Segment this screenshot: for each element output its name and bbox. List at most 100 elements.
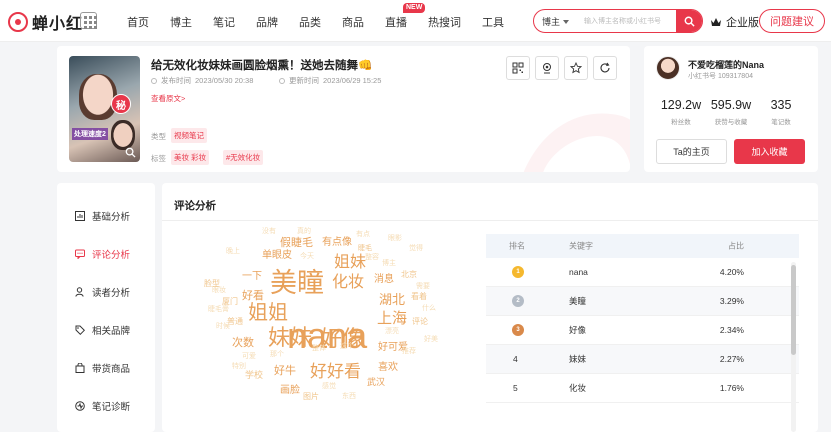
word-cloud-word: 东西	[342, 393, 356, 400]
word-cloud-word: 消息	[374, 274, 394, 285]
search-bar: 博主	[533, 9, 703, 33]
bag-icon	[75, 363, 85, 373]
keyword-cell: 妹妹	[569, 354, 587, 364]
rank-cell: 5	[513, 383, 518, 393]
word-cloud-word: 上海	[377, 310, 408, 327]
rank-cell: 4	[513, 354, 518, 364]
word-cloud: nana 美瞳 妹妹 好像 姐姐 化妆 上海 好好看 姐妹 湖北 假睫毛 有点像 单眼皮 好可爱 喜欢 一下好…	[202, 223, 502, 432]
word-cloud-word: 推荐	[402, 348, 416, 355]
sidebar-item-comment-analysis[interactable]: 评论分析	[75, 247, 130, 261]
table-row: 5 化妆 1.76%	[486, 374, 799, 403]
word-cloud-word: 那个	[270, 351, 284, 358]
nav-item-home[interactable]: 首页	[127, 14, 149, 30]
nav-item-live[interactable]: 直播 NEW	[385, 3, 426, 30]
update-time: 更新时间 2023/06/29 15:25	[279, 75, 381, 86]
bronze-medal-icon: 3	[512, 324, 524, 336]
comment-icon	[75, 249, 85, 259]
word-cloud-word: 没有	[262, 228, 276, 235]
monitor-button[interactable]	[535, 56, 559, 80]
search-input[interactable]	[584, 10, 678, 32]
search-button[interactable]	[676, 10, 702, 32]
nav-item-hot-search[interactable]: 热搜词	[428, 14, 461, 30]
favorite-button[interactable]	[564, 56, 588, 80]
crown-icon	[711, 18, 721, 26]
view-original-link[interactable]: 查看原文>	[151, 93, 185, 104]
clock-icon	[279, 77, 285, 84]
ratio-cell: 1.76%	[719, 383, 744, 393]
clock-icon	[151, 77, 157, 84]
sidebar-item-reader-analysis[interactable]: 读者分析	[75, 285, 130, 299]
sidebar-item-label: 相关品牌	[92, 326, 131, 337]
word-cloud-word: 次数	[232, 337, 254, 349]
nav-item-tools[interactable]: 工具	[482, 14, 504, 30]
word-cloud-word: 漂亮	[385, 328, 399, 335]
note-thumbnail[interactable]: 秘 处理速度2	[69, 56, 140, 162]
word-cloud-word: 假睫毛	[280, 237, 313, 249]
silver-medal-icon: 2	[512, 295, 524, 307]
word-cloud-word: 好看	[242, 290, 264, 302]
keyword-table: 排名 关键字 占比 1 nana 4.20% 2 美瞳 3.29% 3 好像 2…	[486, 234, 799, 403]
type-label: 类型	[151, 132, 166, 141]
refresh-button[interactable]	[593, 56, 617, 80]
nav-item-bloggers[interactable]: 博主	[170, 14, 192, 30]
blogger-id-value: 109317804	[717, 73, 753, 80]
sidebar-item-related-brands[interactable]: 相关品牌	[75, 323, 130, 337]
note-tag[interactable]: #无效化妆	[223, 150, 264, 165]
publish-time-value: 2023/05/30 20:38	[195, 76, 254, 85]
webcam-icon	[543, 63, 551, 74]
zoom-icon[interactable]	[125, 147, 136, 158]
qrcode-icon	[512, 62, 524, 74]
feedback-button[interactable]: 问题建议	[759, 9, 825, 33]
table-row: 3 好像 2.34%	[486, 316, 799, 345]
qrcode-button[interactable]	[506, 56, 530, 80]
bar-chart-icon	[75, 211, 85, 221]
word-cloud-word: 睫毛	[358, 245, 372, 252]
nav-item-brands[interactable]: 品牌	[256, 14, 278, 30]
note-title: 给无效化妆妹妹画圆脸烟熏！送她去随舞👊	[151, 60, 373, 72]
publish-time-label: 发布时间	[161, 76, 191, 85]
sidebar-item-label: 基础分析	[92, 212, 131, 223]
apps-grid-icon[interactable]	[80, 12, 97, 29]
sidebar-item-label: 笔记诊断	[92, 402, 131, 413]
stat-label: 获赞与收藏	[714, 119, 748, 126]
blogger-name[interactable]: 不爱吃榴莲的Nana	[688, 58, 764, 71]
thumbnail-face-small	[111, 120, 135, 150]
keyword-cell: nana	[569, 267, 588, 277]
word-cloud-word: 评论	[412, 317, 428, 326]
word-cloud-word: 觉得	[409, 245, 423, 252]
word-cloud-word: 看着	[411, 292, 427, 301]
nav-item-notes[interactable]: 笔记	[213, 14, 235, 30]
tags-label: 标签	[151, 154, 166, 163]
word-cloud-word: 这个	[340, 343, 354, 350]
word-cloud-word: 有点像	[322, 237, 352, 248]
gold-medal-icon: 1	[512, 266, 524, 278]
chevron-down-icon	[563, 19, 570, 24]
word-cloud-word: 真的	[297, 228, 311, 235]
table-scrollbar-thumb[interactable]	[791, 265, 796, 355]
blogger-profile-card: 不爱吃榴莲的Nana 小红书号 109317804 129.2w 粉丝数 595…	[644, 46, 818, 172]
nav-item-categories[interactable]: 品类	[299, 14, 321, 30]
enterprise-link[interactable]: 企业版	[710, 14, 759, 30]
nav-item-products[interactable]: 商品	[342, 14, 364, 30]
sidebar-item-basic-analysis[interactable]: 基础分析	[75, 209, 130, 223]
table-header: 排名 关键字 占比	[486, 234, 799, 258]
nav-item-live-label: 直播	[385, 17, 407, 29]
note-tag[interactable]: 美妆 彩妆	[171, 150, 210, 165]
sidebar-item-note-diagnosis[interactable]: 笔记诊断	[75, 399, 130, 413]
word-cloud-word: 好牛	[274, 365, 296, 377]
search-scope-select[interactable]: 博主	[542, 15, 570, 28]
avatar[interactable]	[656, 56, 680, 80]
main-nav: 首页 博主 笔记 品牌 品类 商品 直播 NEW 热搜词 工具	[127, 3, 525, 30]
sidebar-item-products[interactable]: 带货商品	[75, 361, 130, 375]
ta-homepage-button[interactable]: Ta的主页	[656, 139, 727, 164]
blogger-id-label: 小红书号	[688, 73, 716, 80]
stat-label: 笔记数	[771, 119, 791, 126]
word-cloud-word: 今天	[300, 253, 314, 260]
comment-analysis-panel: 评论分析 nana 美瞳 妹妹 好像 姐姐 化妆 上海 好好看 姐妹 湖北 假睫毛 有点像 单眼皮 好可爱…	[162, 183, 818, 432]
word-cloud-word: 需要	[416, 283, 430, 290]
word-cloud-word: 眼妆	[212, 287, 226, 294]
logo[interactable]: 蝉小红	[8, 10, 83, 34]
watermark-logo	[523, 113, 630, 172]
ratio-cell: 2.27%	[719, 354, 744, 364]
add-favorite-button[interactable]: 加入收藏	[734, 139, 805, 164]
